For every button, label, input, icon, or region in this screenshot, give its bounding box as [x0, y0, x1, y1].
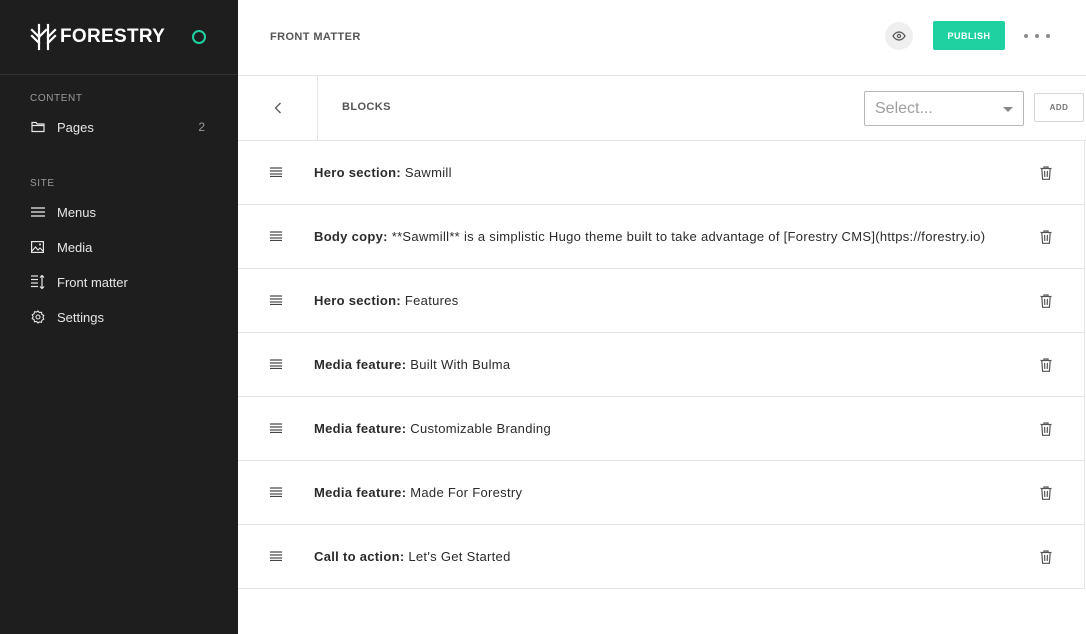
- list-item[interactable]: Media feature: Built With Bulma: [238, 333, 1085, 397]
- block-type: Media feature:: [314, 485, 407, 500]
- block-summary: Media feature: Made For Forestry: [314, 485, 1006, 500]
- brand[interactable]: FORESTRY: [0, 0, 238, 75]
- trash-icon[interactable]: [1040, 294, 1052, 308]
- sidebar-item-label: Menus: [57, 204, 97, 220]
- menu-icon: [30, 205, 45, 220]
- blocks-toolbar: BLOCKS Select... ADD: [238, 76, 1086, 141]
- blocks-label: BLOCKS: [342, 101, 391, 113]
- brand-name: FORESTRY: [60, 26, 166, 47]
- gear-icon: [30, 310, 45, 325]
- drag-handle-icon[interactable]: [270, 167, 282, 177]
- block-summary: Call to action: Let's Get Started: [314, 549, 1006, 564]
- folder-icon: [30, 120, 45, 135]
- list-item[interactable]: Call to action: Let's Get Started: [238, 525, 1085, 589]
- status-indicator-icon: [192, 30, 206, 44]
- block-type-select[interactable]: Select...: [864, 91, 1024, 126]
- chevron-left-icon: [274, 102, 281, 114]
- eye-icon: [892, 31, 906, 41]
- dot-icon: [1035, 34, 1039, 38]
- block-value: **Sawmill** is a simplistic Hugo theme b…: [391, 229, 986, 244]
- block-summary: Media feature: Customizable Branding: [314, 421, 1006, 436]
- block-summary: Hero section: Features: [314, 293, 1006, 308]
- add-block-button[interactable]: ADD: [1034, 93, 1084, 122]
- drag-handle-icon[interactable]: [270, 487, 282, 497]
- drag-handle-icon[interactable]: [270, 551, 282, 561]
- image-icon: [30, 240, 45, 255]
- list-item[interactable]: Hero section: Features: [238, 269, 1085, 333]
- block-value: Built With Bulma: [410, 357, 511, 372]
- section-label-content: CONTENT: [30, 93, 83, 104]
- dot-icon: [1046, 34, 1050, 38]
- select-placeholder: Select...: [875, 99, 933, 117]
- trash-icon[interactable]: [1040, 486, 1052, 500]
- trash-icon[interactable]: [1040, 550, 1052, 564]
- pages-count: 2: [198, 120, 205, 134]
- drag-handle-icon[interactable]: [270, 359, 282, 369]
- block-value: Let's Get Started: [408, 549, 511, 564]
- sidebar-item-media[interactable]: Media: [0, 233, 238, 261]
- sidebar-item-label: Front matter: [57, 274, 128, 290]
- block-type: Hero section:: [314, 165, 401, 180]
- sidebar-item-label: Settings: [57, 309, 104, 325]
- front-matter-icon: [30, 275, 45, 290]
- block-type: Media feature:: [314, 357, 407, 372]
- sidebar-item-front-matter[interactable]: Front matter: [0, 268, 238, 296]
- drag-handle-icon[interactable]: [270, 231, 282, 241]
- block-type: Call to action:: [314, 549, 405, 564]
- block-value: Customizable Branding: [410, 421, 551, 436]
- trash-icon[interactable]: [1040, 422, 1052, 436]
- block-type: Body copy:: [314, 229, 388, 244]
- chevron-down-icon: [1003, 107, 1013, 112]
- list-item[interactable]: Media feature: Customizable Branding: [238, 397, 1085, 461]
- drag-handle-icon[interactable]: [270, 295, 282, 305]
- header: FRONT MATTER PUBLISH: [238, 0, 1086, 76]
- sidebar-item-menus[interactable]: Menus: [0, 198, 238, 226]
- block-summary: Hero section: Sawmill: [314, 165, 1006, 180]
- more-options-button[interactable]: [1024, 26, 1050, 46]
- sidebar: FORESTRY CONTENT Pages 2 SITE Menus Medi…: [0, 0, 238, 634]
- block-summary: Body copy: **Sawmill** is a simplistic H…: [314, 229, 1006, 244]
- block-value: Sawmill: [404, 165, 452, 180]
- trash-icon[interactable]: [1040, 230, 1052, 244]
- preview-button[interactable]: [885, 22, 913, 50]
- block-value: Made For Forestry: [410, 485, 523, 500]
- block-value: Features: [404, 293, 459, 308]
- back-button[interactable]: [238, 76, 318, 140]
- page-title: FRONT MATTER: [270, 31, 361, 43]
- publish-button[interactable]: PUBLISH: [933, 21, 1005, 50]
- section-label-site: SITE: [30, 178, 55, 189]
- block-summary: Media feature: Built With Bulma: [314, 357, 1006, 372]
- trash-icon[interactable]: [1040, 358, 1052, 372]
- drag-handle-icon[interactable]: [270, 423, 282, 433]
- blocks-list: Hero section: Sawmill Body copy: **Sawmil…: [238, 141, 1086, 589]
- list-item[interactable]: Media feature: Made For Forestry: [238, 461, 1085, 525]
- forestry-logo-icon: [30, 23, 57, 51]
- trash-icon[interactable]: [1040, 166, 1052, 180]
- block-type: Media feature:: [314, 421, 407, 436]
- block-type: Hero section:: [314, 293, 401, 308]
- list-item[interactable]: Hero section: Sawmill: [238, 141, 1085, 205]
- sidebar-item-settings[interactable]: Settings: [0, 303, 238, 331]
- sidebar-item-label: Pages: [57, 119, 94, 135]
- list-item[interactable]: Body copy: **Sawmill** is a simplistic H…: [238, 205, 1085, 269]
- sidebar-item-pages[interactable]: Pages 2: [0, 113, 238, 141]
- sidebar-item-label: Media: [57, 239, 93, 255]
- dot-icon: [1024, 34, 1028, 38]
